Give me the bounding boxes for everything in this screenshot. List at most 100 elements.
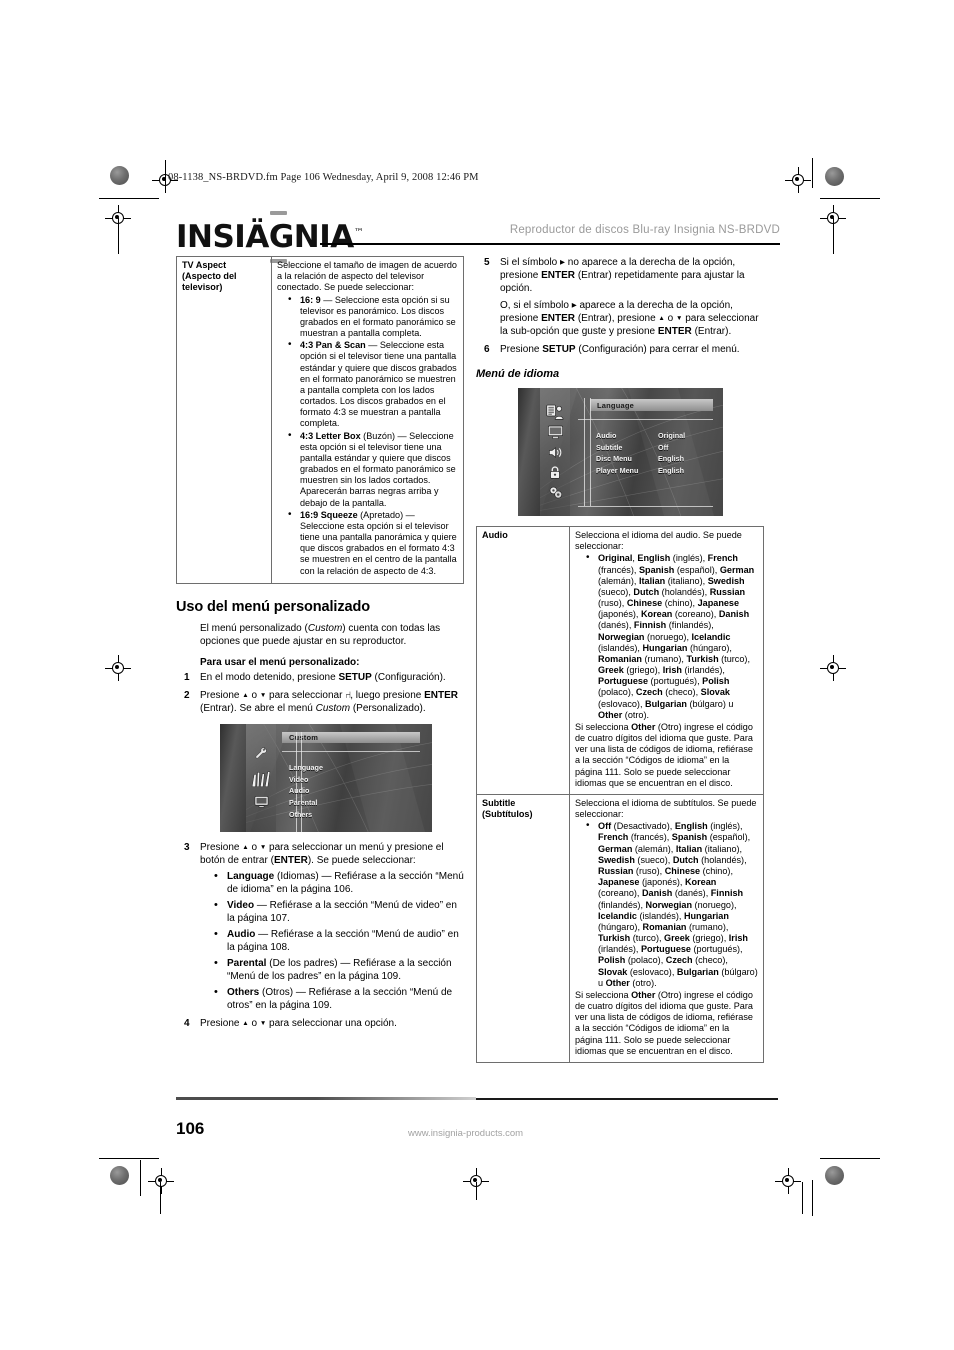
language-term: Portuguese bbox=[598, 676, 649, 687]
osd-setting-label[interactable]: Player Menu bbox=[596, 465, 638, 477]
registration-target-top-right bbox=[785, 167, 811, 193]
custom-menu-item: Audio — Refiérase a la sección “Menú de … bbox=[214, 927, 464, 954]
osd-setting-label[interactable]: Disc Menu bbox=[596, 453, 638, 465]
tv-aspect-option-term: 16:9 Squeeze bbox=[300, 509, 358, 520]
language-translation: (alemán) bbox=[632, 843, 671, 854]
language-translation: (noruego) bbox=[644, 631, 687, 642]
step-6: 6 Presione SETUP (Configuración) para ce… bbox=[476, 343, 764, 356]
language-translation: (griego) bbox=[623, 665, 658, 676]
subtitle-language-bullet-list: Off (Desactivado), English (inglés), Fre… bbox=[575, 820, 758, 989]
wrench-icon bbox=[255, 747, 267, 759]
tv-aspect-option-translation: (Apretado) bbox=[357, 509, 404, 520]
step-1-bold-setup: SETUP bbox=[338, 672, 372, 683]
tv-aspect-option: 16:9 Squeeze (Apretado) — Seleccione est… bbox=[287, 509, 458, 577]
lock-icon bbox=[550, 466, 560, 479]
language-term: Turkish bbox=[598, 933, 631, 944]
footer-rule-gradient bbox=[316, 1097, 476, 1100]
tv-aspect-option-list: 16: 9 — Seleccione esta opción si su tel… bbox=[277, 294, 458, 577]
custom-menu-item-translation: (De los padres) bbox=[266, 958, 338, 969]
osd-setting-value[interactable]: English bbox=[658, 465, 685, 477]
crop-line-bottom-right-v2 bbox=[812, 1180, 813, 1216]
language-translation: (chino) bbox=[662, 598, 693, 609]
language-term: Spanish bbox=[671, 832, 708, 843]
registration-target-bottom-right bbox=[775, 1168, 801, 1194]
tv-aspect-key-line2: (Aspecto del bbox=[182, 271, 237, 282]
language-term: Bulgarian bbox=[676, 966, 719, 977]
custom-menu-item-term: Language bbox=[227, 871, 275, 882]
language-term: Italian bbox=[675, 843, 703, 854]
osd-menu-item[interactable]: Parental bbox=[289, 797, 323, 809]
step-4-text-2: o bbox=[248, 1018, 260, 1029]
osd-menu-item[interactable]: Video bbox=[289, 774, 323, 786]
osd-setting-value[interactable]: English bbox=[658, 453, 685, 465]
language-separator: , bbox=[734, 899, 737, 910]
language-translation: (japonés) bbox=[598, 609, 636, 620]
osd-language-bottom-rule bbox=[578, 506, 713, 507]
procedure-steps-3: 3 Presione o para seleccionar un menú y … bbox=[176, 841, 464, 1030]
crop-line-left-upper-v bbox=[118, 218, 119, 254]
language-term: German bbox=[598, 843, 633, 854]
step-3-number: 3 bbox=[184, 842, 190, 853]
language-translation: (griego) bbox=[689, 933, 724, 944]
language-term: Swedish bbox=[598, 854, 635, 865]
tv-aspect-option-term: 4:3 Letter Box bbox=[300, 430, 361, 441]
language-translation: (turco) bbox=[718, 653, 748, 664]
audio-intro: Selecciona el idioma del audio. Se puede… bbox=[575, 530, 742, 552]
registration-dot-top-right bbox=[825, 167, 844, 186]
step-2-text-3: para seleccionar bbox=[266, 690, 346, 701]
language-term: Korean bbox=[684, 877, 717, 888]
language-separator: , bbox=[747, 653, 750, 664]
step-3-text-2: o bbox=[248, 842, 260, 853]
osd-menu-item[interactable]: Others bbox=[289, 809, 323, 821]
language-translation: (islandés) bbox=[636, 910, 679, 921]
language-separator: , bbox=[730, 865, 733, 876]
custom-menu-item-term: Audio bbox=[227, 929, 256, 940]
osd-left-rail bbox=[518, 388, 540, 516]
step-2-text-2: o bbox=[248, 690, 260, 701]
language-term: Chinese bbox=[664, 865, 701, 876]
language-icon bbox=[545, 404, 563, 420]
audio-value-cell: Selecciona el idioma del audio. Se puede… bbox=[569, 526, 764, 795]
language-translation: (eslovaco) bbox=[598, 698, 640, 709]
audio-language-bullet-list: Original, English (inglés), French (fran… bbox=[575, 552, 758, 721]
custom-menu-item-term: Video bbox=[227, 900, 255, 911]
osd-screenshot-custom-menu: Custom Language Video Audio Parental Others bbox=[220, 724, 432, 832]
custom-menu-item-term: Others bbox=[227, 987, 260, 998]
osd-setting-label[interactable]: Audio bbox=[596, 430, 638, 442]
osd-menu-item[interactable]: Audio bbox=[289, 785, 323, 797]
table-row: TV Aspect (Aspecto del televisor) Selecc… bbox=[176, 256, 464, 584]
osd-menu-item[interactable]: Language bbox=[289, 762, 323, 774]
language-translation: (finlandés) bbox=[598, 899, 641, 910]
osd-icon-column bbox=[246, 724, 276, 832]
tv-aspect-option-term: 4:3 Pan & Scan bbox=[300, 340, 366, 351]
step-2-text-6: (Personalizado). bbox=[350, 703, 426, 714]
tv-aspect-option-term: 16: 9 bbox=[300, 294, 321, 305]
step-5-bold-enter: ENTER bbox=[541, 270, 576, 281]
osd-setting-value[interactable]: Original bbox=[658, 430, 685, 442]
osd-setting-label[interactable]: Subtitle bbox=[596, 442, 638, 454]
step-5: 5 Si el símbolo no aparece a la derecha … bbox=[476, 256, 764, 338]
language-translation: (checo) bbox=[692, 955, 726, 966]
osd-custom-title: Custom bbox=[289, 733, 319, 742]
tv-aspect-option: 4:3 Letter Box (Buzón) — Seleccione esta… bbox=[287, 430, 458, 509]
language-translation: (sueco) bbox=[598, 586, 629, 597]
step-2-bold-enter: ENTER bbox=[424, 690, 459, 701]
osd-language-titlebar: Language bbox=[590, 399, 713, 411]
language-translation: (portugués) bbox=[648, 676, 698, 687]
step-6-text-2: (Configuración) para cerrar el menú. bbox=[575, 344, 740, 355]
others-gear-icon bbox=[549, 486, 562, 499]
header-rule bbox=[320, 243, 780, 245]
custom-menu-item-text: — Refiérase a la sección “Menú de video”… bbox=[227, 900, 457, 924]
procedure-steps-5-6: 5 Si el símbolo no aparece a la derecha … bbox=[476, 256, 764, 356]
crop-line-top-stamp-v bbox=[165, 160, 166, 190]
step-4-number: 4 bbox=[184, 1018, 190, 1029]
subtitle-value-cell: Selecciona el idioma de subtítulos. Se p… bbox=[569, 793, 764, 1063]
language-translation: (portugués) bbox=[691, 944, 741, 955]
language-term: Norwegian bbox=[598, 631, 645, 642]
step-5-cont-text-3: (Entrar), presione bbox=[575, 313, 659, 324]
language-term: Spanish bbox=[638, 564, 675, 575]
subsection-heading-menu-de-idioma: Menú de idioma bbox=[476, 368, 560, 380]
tv-aspect-table: TV Aspect (Aspecto del televisor) Selecc… bbox=[176, 256, 464, 584]
osd-setting-value[interactable]: Off bbox=[658, 442, 685, 454]
language-translation: (francés) bbox=[628, 832, 667, 843]
